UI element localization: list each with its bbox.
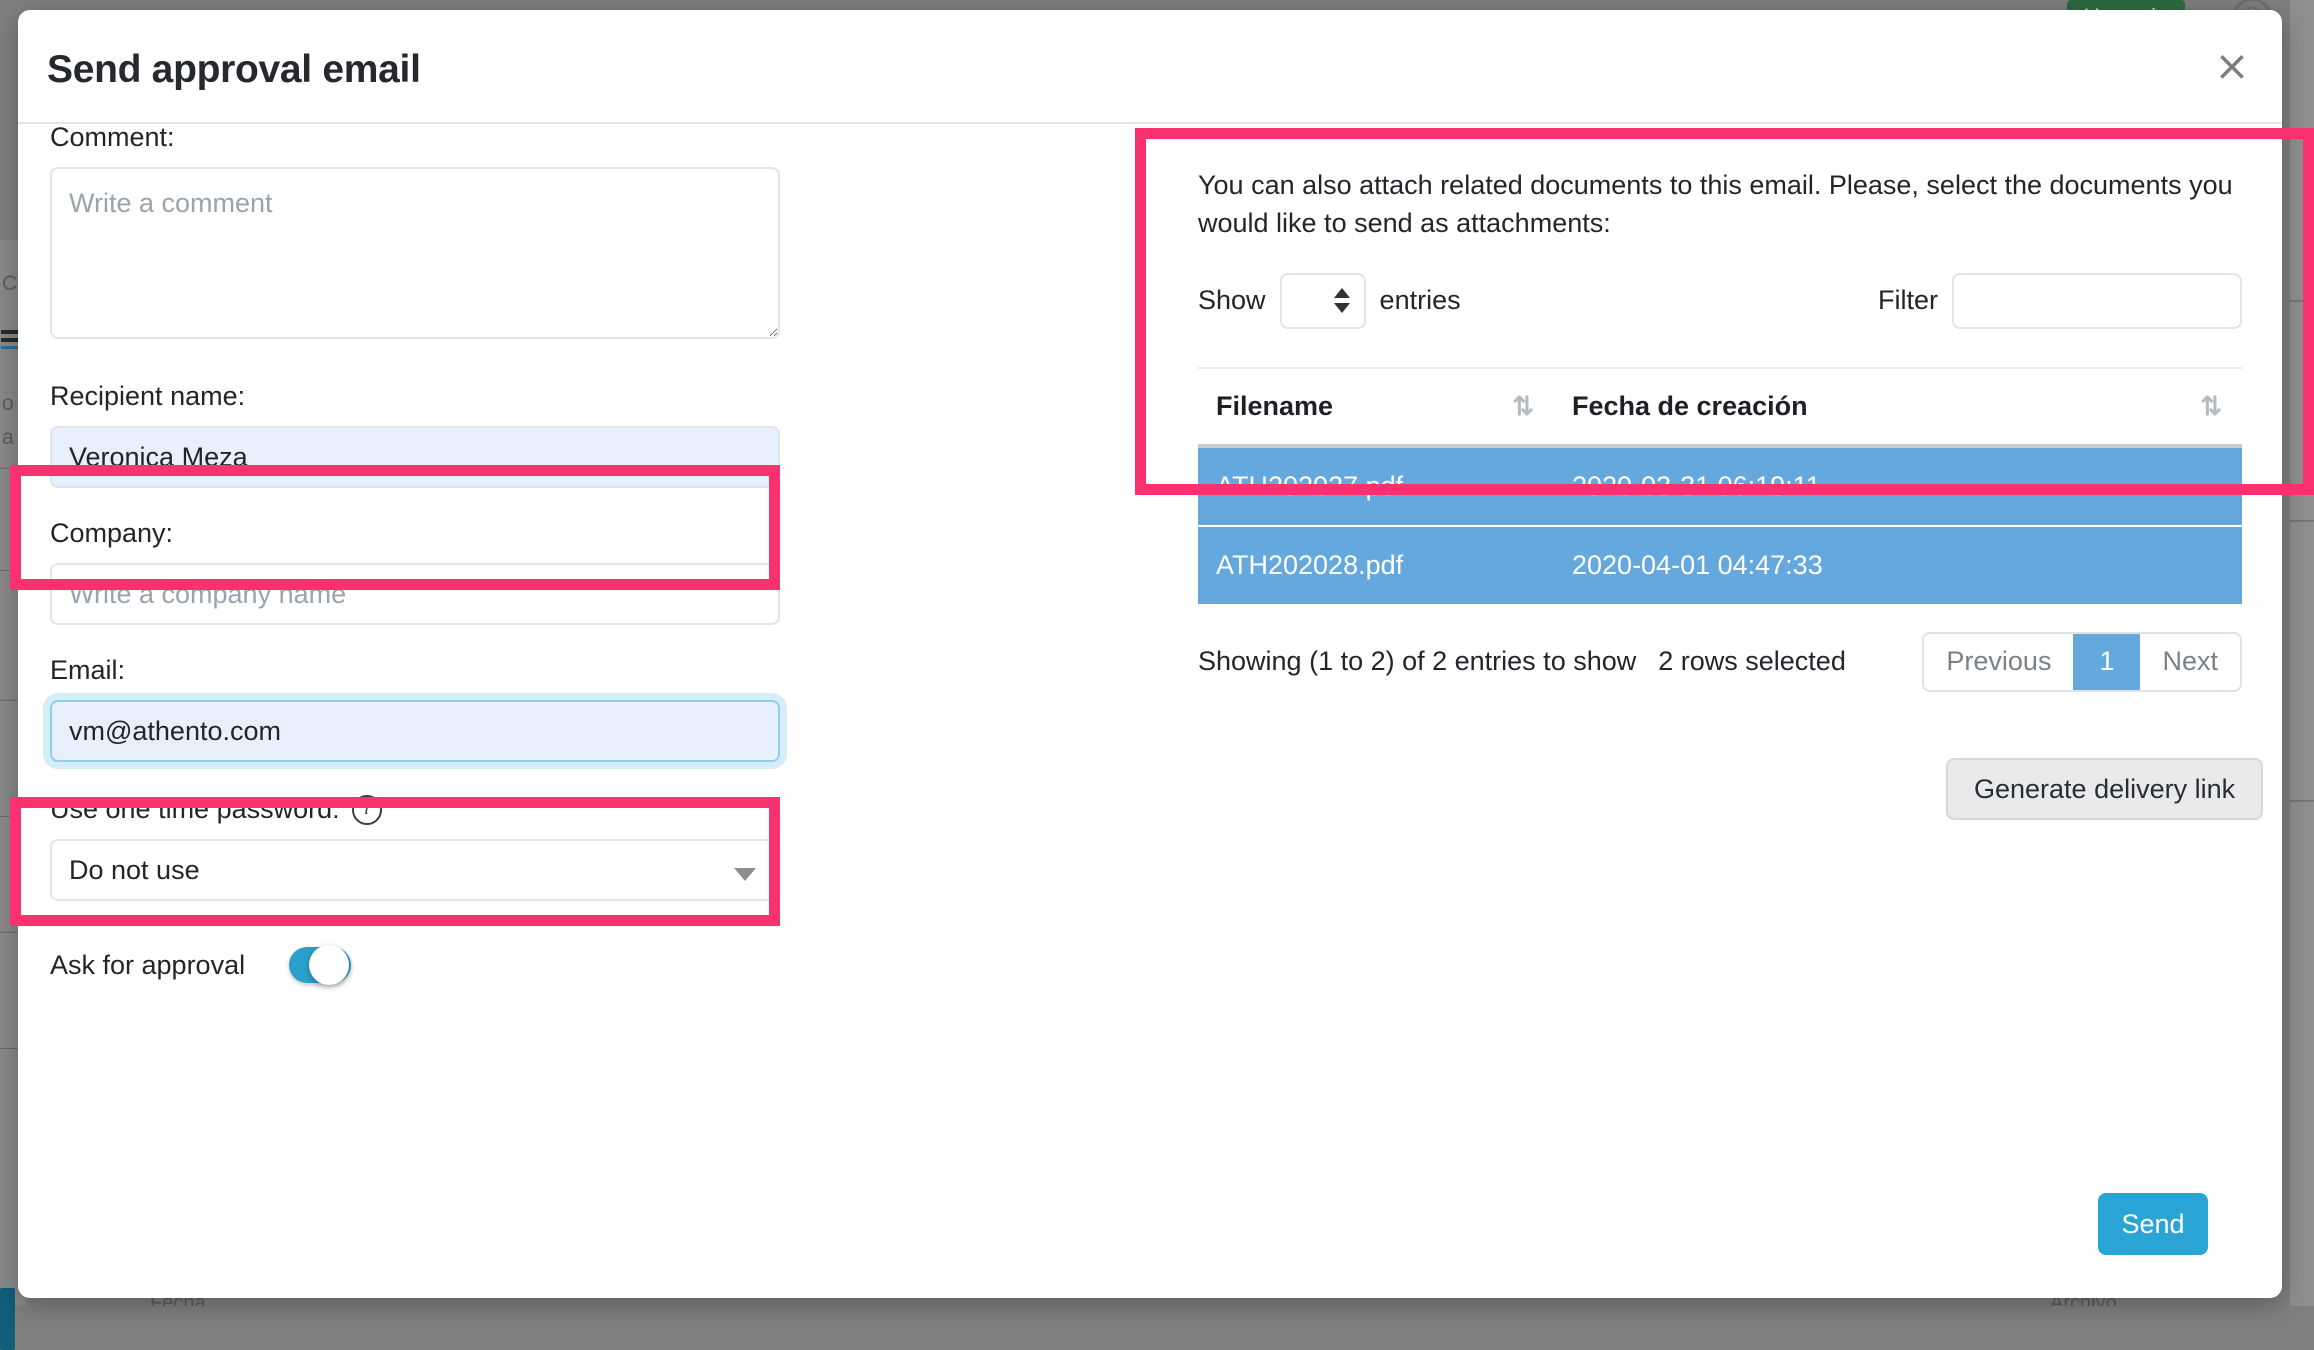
table-footer: Showing (1 to 2) of 2 entries to show 2 … [1198,632,2242,692]
comment-textarea[interactable] [50,167,780,339]
cell-filename: ATH202028.pdf [1198,526,1554,604]
modal-header: Send approval email × [18,10,2282,124]
background-divider [2290,800,2314,802]
filter-label: Filter [1878,285,1938,316]
documents-table: Filename ⇅ Fecha de creación ⇅ ATH202027… [1198,367,2242,604]
toggle-knob [309,945,349,985]
cell-created: 2020-04-01 04:47:33 [1554,526,2242,604]
showing-entries-text: Showing (1 to 2) of 2 entries to show [1198,646,1636,677]
column-label-filename: Filename [1216,391,1333,421]
pagination-next[interactable]: Next [2140,634,2240,690]
comment-label: Comment: [32,122,822,153]
attachments-panel: You can also attach related documents to… [1170,140,2270,692]
send-approval-email-modal: Send approval email × Comment: Recipient… [18,10,2282,1298]
page-title: Send approval email [47,48,421,92]
pagination-previous[interactable]: Previous [1924,634,2073,690]
email-input[interactable] [50,700,780,762]
column-label-created: Fecha de creación [1572,391,1808,421]
show-entries-group: Show entries [1198,273,1461,329]
ask-for-approval-toggle[interactable] [289,947,351,983]
background-divider [2290,300,2314,302]
sort-icon[interactable]: ⇅ [2200,391,2222,422]
company-input[interactable] [50,563,780,625]
recipient-name-label: Recipient name: [32,381,822,412]
company-label: Company: [32,518,822,549]
ask-for-approval-label: Ask for approval [50,950,245,981]
one-time-password-label: Use one time password: [50,794,340,825]
one-time-password-select[interactable]: Do not use [50,839,780,901]
rows-selected-text: 2 rows selected [1658,646,1846,677]
chevron-down-icon [734,868,756,881]
column-header-created[interactable]: Fecha de creación ⇅ [1554,368,2242,446]
entries-label: entries [1380,285,1461,316]
pagination: Previous 1 Next [1922,632,2242,692]
table-body: ATH202027.pdf 2020-03-31 06:19:11 ATH202… [1198,446,2242,604]
email-form: Comment: Recipient name: Company: Email:… [18,122,822,983]
attachments-intro-text: You can also attach related documents to… [1198,166,2268,243]
background-right-strip [2290,0,2314,1306]
close-icon[interactable]: × [2212,47,2252,87]
pagination-page-1[interactable]: 1 [2073,634,2140,690]
background-divider [2290,520,2314,522]
info-icon[interactable]: i [352,795,382,825]
email-label: Email: [32,655,822,686]
one-time-password-value: Do not use [69,855,200,885]
table-header-row: Filename ⇅ Fecha de creación ⇅ [1198,368,2242,446]
table-controls: Show entries Filter [1198,273,2242,329]
stepper-icon [1334,288,1348,318]
filter-group: Filter [1878,273,2242,329]
show-label: Show [1198,285,1266,316]
table-row[interactable]: ATH202027.pdf 2020-03-31 06:19:11 [1198,446,2242,526]
table-head: Filename ⇅ Fecha de creación ⇅ [1198,368,2242,446]
recipient-name-input[interactable] [50,426,780,488]
cell-created: 2020-03-31 06:19:11 [1554,446,2242,526]
filter-input[interactable] [1952,273,2242,329]
one-time-password-label-row: Use one time password: i [32,794,822,825]
entries-per-page-select[interactable] [1280,273,1366,329]
column-header-filename[interactable]: Filename ⇅ [1198,368,1554,446]
sort-icon[interactable]: ⇅ [1512,391,1534,422]
cell-filename: ATH202027.pdf [1198,446,1554,526]
table-row[interactable]: ATH202028.pdf 2020-04-01 04:47:33 [1198,526,2242,604]
generate-delivery-link-button[interactable]: Generate delivery link [1946,758,2263,820]
send-button[interactable]: Send [2098,1193,2208,1255]
ask-for-approval-row: Ask for approval [32,947,822,983]
